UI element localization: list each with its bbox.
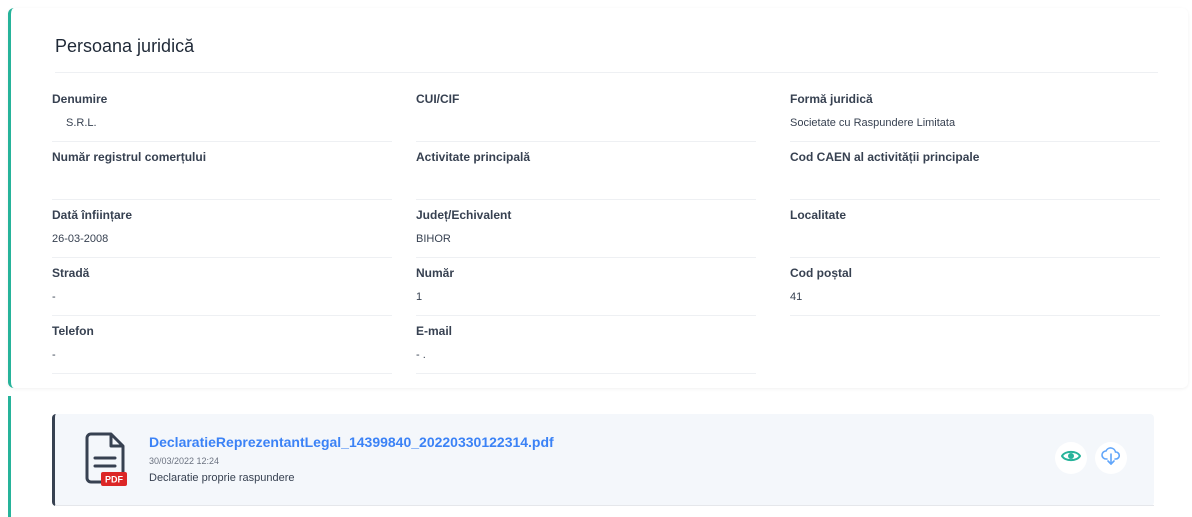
field-value: - [52,291,56,303]
field-numar: Număr 1 [416,266,756,316]
field-value: - [52,349,56,361]
field-cui: CUI/CIF [416,92,756,142]
field-value [790,233,1160,247]
field-divider [416,199,756,200]
field-judet: Județ/Echivalent BIHOR [416,208,756,258]
document-description: Declaratie proprie raspundere [149,472,295,484]
field-label: E-mail [416,324,453,338]
field-cod-postal: Cod poștal 41 [790,266,1160,316]
field-value: 26-03-2008 [52,233,109,245]
pdf-badge: PDF [105,475,124,485]
field-divider [52,199,392,200]
view-document-button[interactable] [1055,442,1087,474]
field-strada: Stradă - [52,266,392,316]
title-divider [55,72,1158,73]
field-nr-registru: Număr registrul comerțului [52,150,392,200]
field-label: Județ/Echivalent [416,208,512,222]
cloud-download-icon [1101,446,1121,471]
field-label: Formă juridică [790,92,873,106]
field-value: Societate cu Raspundere Limitata [790,117,956,129]
field-divider [52,373,392,374]
field-label: Stradă [52,266,90,280]
field-telefon: Telefon - [52,324,392,374]
field-divider [52,141,392,142]
download-document-button[interactable] [1095,442,1127,474]
field-value [416,117,756,131]
field-divider [416,373,756,374]
field-label: Cod poștal [790,266,852,280]
field-divider [790,257,1160,258]
field-divider [52,315,392,316]
field-label: Dată înființare [52,208,133,222]
field-cod-caen: Cod CAEN al activității principale [790,150,1160,200]
field-divider [790,199,1160,200]
field-label: Activitate principală [416,150,531,164]
field-localitate: Localitate [790,208,1160,258]
field-divider [416,257,756,258]
field-data-infiintare: Dată înființare 26-03-2008 [52,208,392,258]
field-activitate: Activitate principală [416,150,756,200]
field-value: 1 [416,291,423,303]
field-label: CUI/CIF [416,92,460,106]
field-value: 41 [790,291,803,303]
pdf-file-icon: PDF [83,432,135,488]
document-item: PDF DeclaratieReprezentantLegal_14399840… [52,414,1154,506]
field-divider [416,315,756,316]
field-label: Denumire [52,92,108,106]
field-email: E-mail - . [416,324,756,374]
section-title: Persoana juridică [55,36,195,56]
field-value: S.R.L. [66,117,97,129]
field-divider [52,257,392,258]
field-divider [790,141,1160,142]
field-label: Cod CAEN al activității principale [790,150,980,164]
field-label: Număr registrul comerțului [52,150,207,164]
field-value [790,175,1160,189]
field-value: BIHOR [416,233,451,245]
field-value [52,175,392,189]
field-label: Număr [416,266,455,280]
field-divider [416,141,756,142]
field-label: Telefon [52,324,94,338]
document-divider [55,505,1154,506]
eye-icon [1060,449,1082,468]
field-forma-juridica: Formă juridică Societate cu Raspundere L… [790,92,1160,142]
field-value: - . [416,349,426,361]
field-divider [790,315,1160,316]
field-denumire: Denumire S.R.L. [52,92,392,142]
document-date: 30/03/2022 12:24 [149,456,220,466]
field-label: Localitate [790,208,847,222]
document-filename-link[interactable]: DeclaratieReprezentantLegal_14399840_202… [149,434,554,450]
field-value [416,175,756,189]
